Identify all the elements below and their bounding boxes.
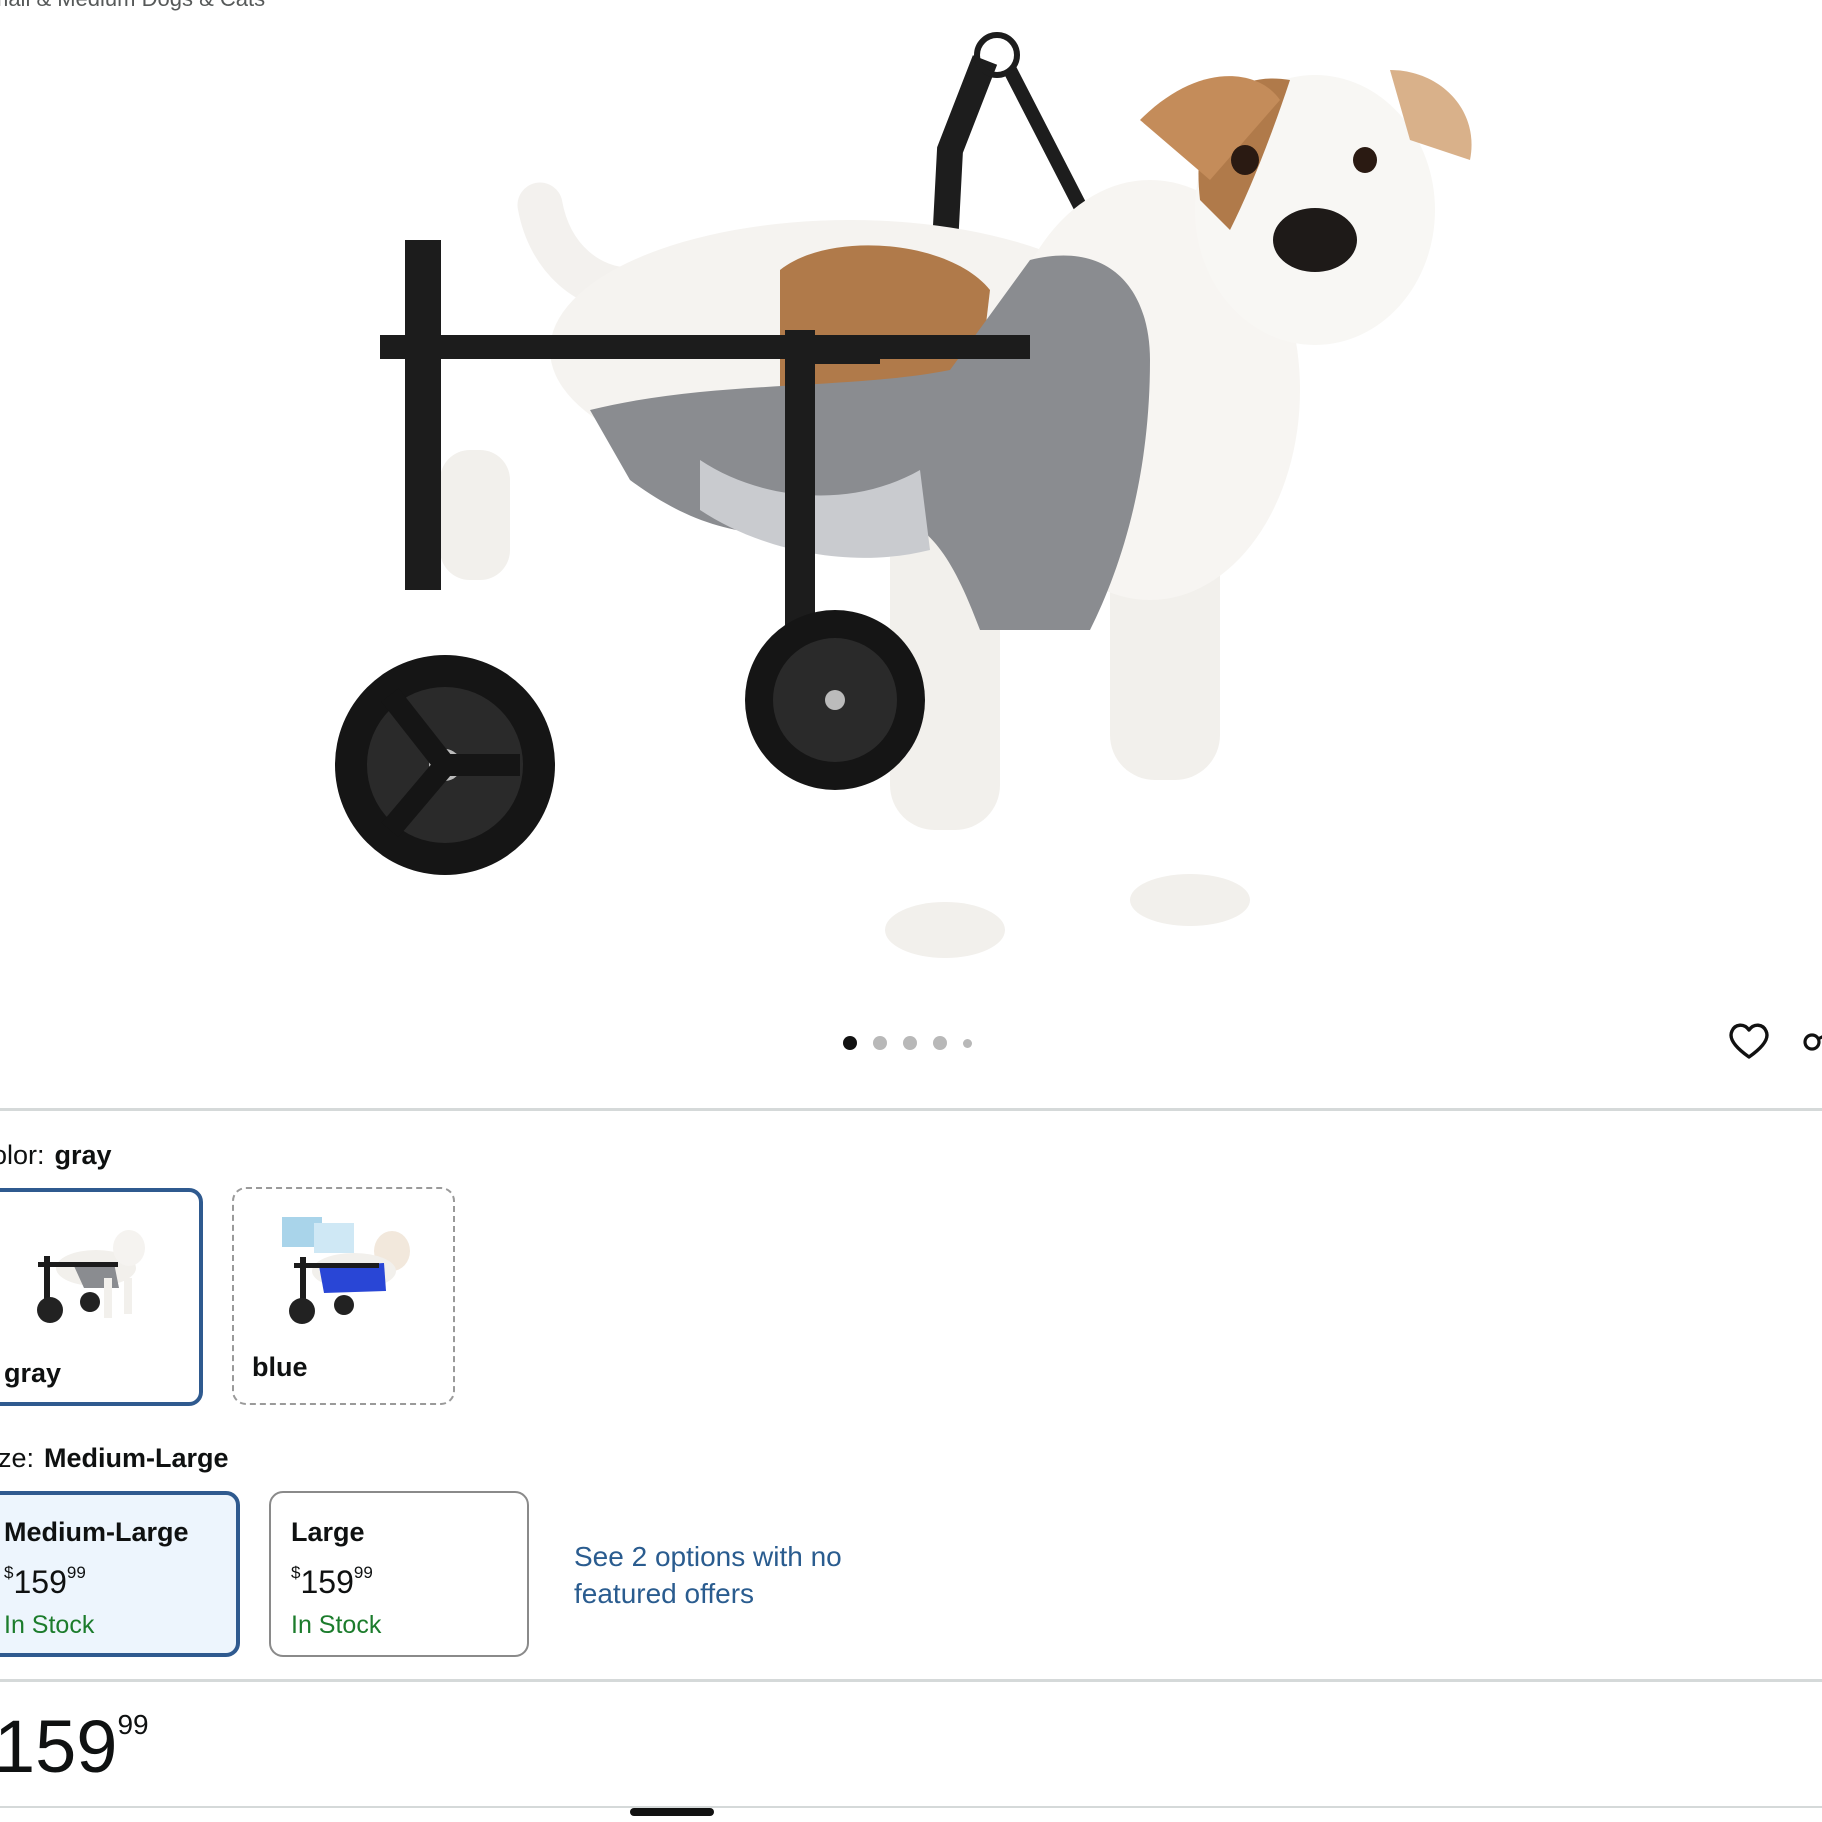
color-option-blue[interactable]: blue	[232, 1187, 455, 1405]
price-fraction: 99	[66, 1563, 86, 1582]
price-whole: 159	[300, 1564, 354, 1600]
section-divider	[0, 1679, 1822, 1682]
color-option-gray[interactable]: gray	[0, 1188, 203, 1406]
carousel-dot[interactable]	[903, 1036, 917, 1050]
image-carousel-dots	[843, 1036, 972, 1050]
price-whole: 159	[0, 1705, 118, 1788]
size-option-large[interactable]: Large $15999 In Stock	[269, 1491, 529, 1657]
size-option-stock: In Stock	[291, 1611, 382, 1639]
heart-icon[interactable]	[1728, 1020, 1770, 1062]
color-label-row: olor: gray	[0, 1140, 112, 1171]
home-indicator-bar	[630, 1808, 714, 1816]
color-label: olor:	[0, 1140, 45, 1170]
size-option-name: Large	[291, 1517, 365, 1547]
size-option-name: Medium-Large	[4, 1517, 189, 1547]
size-label-row: ize: Medium-Large	[0, 1443, 229, 1474]
size-option-medium-large[interactable]: Medium-Large $15999 In Stock	[0, 1491, 240, 1657]
share-icon[interactable]	[1802, 1024, 1822, 1060]
color-selected-value: gray	[54, 1140, 112, 1170]
product-main-image[interactable]	[330, 30, 1490, 970]
size-option-price: $15999	[4, 1563, 86, 1601]
color-option-label: gray	[4, 1358, 62, 1388]
carousel-dot[interactable]	[933, 1036, 947, 1050]
carousel-dot[interactable]	[963, 1038, 972, 1048]
price-fraction: 99	[117, 1709, 149, 1740]
price-whole: 159	[13, 1564, 67, 1600]
size-option-stock: In Stock	[4, 1611, 95, 1639]
size-selected-value: Medium-Large	[44, 1443, 229, 1473]
section-divider	[0, 1806, 1822, 1808]
product-subtitle: mall & Medium Dogs & Cats	[0, 0, 265, 12]
section-divider	[0, 1108, 1822, 1111]
carousel-dot[interactable]	[843, 1036, 857, 1050]
see-more-options-link[interactable]: See 2 options with no featured offers	[574, 1538, 894, 1612]
color-option-label: blue	[252, 1352, 308, 1382]
size-label: ize:	[0, 1443, 35, 1473]
carousel-dot[interactable]	[873, 1036, 887, 1050]
price-fraction: 99	[353, 1563, 373, 1582]
product-price: 15999	[0, 1704, 149, 1789]
blue-wheelchair-thumbnail	[282, 1217, 410, 1324]
gray-wheelchair-thumbnail	[37, 1230, 145, 1323]
size-option-price: $15999	[291, 1563, 373, 1601]
